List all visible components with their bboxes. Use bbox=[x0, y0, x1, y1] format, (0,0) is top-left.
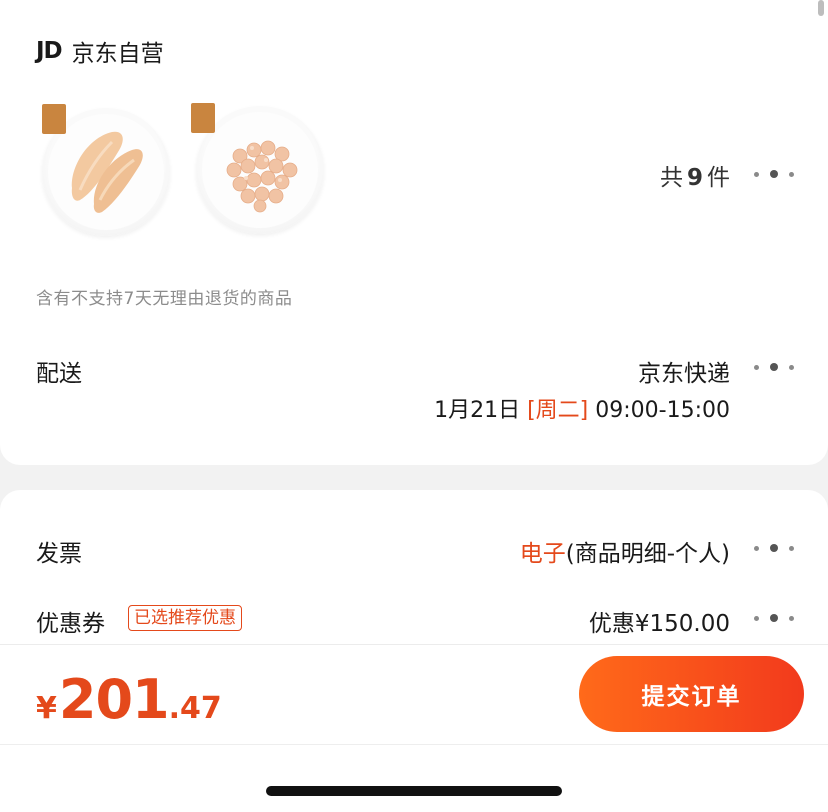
store-name: 京东自营 bbox=[71, 41, 164, 67]
invoice-value[interactable]: 电子(商品明细-个人) bbox=[520, 534, 730, 568]
more-dots-icon[interactable] bbox=[754, 359, 794, 375]
more-dots-icon[interactable] bbox=[754, 540, 794, 556]
delivery-time-range: 09:00-15:00 bbox=[595, 398, 730, 423]
return-policy-note: 含有不支持7天无理由退货的商品 bbox=[36, 289, 293, 309]
product-tag-icon bbox=[191, 103, 215, 133]
delivery-time[interactable]: 1月21日 [周二] 09:00-15:00 bbox=[434, 392, 730, 424]
coupon-recommended-badge: 已选推荐优惠 bbox=[128, 605, 242, 631]
delivery-label: 配送 bbox=[36, 361, 82, 387]
submit-order-button[interactable]: 提交订单 bbox=[579, 656, 804, 732]
items-count-prefix: 共 bbox=[659, 165, 683, 191]
items-count-suffix: 件 bbox=[707, 165, 730, 191]
total-price: ¥ 201 .47 bbox=[36, 668, 222, 731]
home-indicator[interactable] bbox=[266, 786, 562, 796]
price-currency: ¥ bbox=[36, 691, 57, 726]
store-header: JD 京东自营 bbox=[36, 34, 164, 68]
coupon-value[interactable]: 优惠¥150.00 bbox=[589, 604, 730, 638]
items-count[interactable]: 共 9 件 bbox=[660, 158, 730, 192]
invoice-detail: (商品明细-个人) bbox=[565, 541, 730, 567]
items-count-number: 9 bbox=[686, 165, 703, 191]
delivery-weekday: [周二] bbox=[527, 398, 589, 423]
price-integer: 201 bbox=[58, 668, 170, 731]
coupon-label: 优惠券 bbox=[36, 611, 105, 637]
bottom-safe-area bbox=[0, 744, 828, 812]
jd-logo-icon: JD bbox=[36, 38, 63, 64]
invoice-label: 发票 bbox=[36, 541, 82, 567]
more-dots-icon[interactable] bbox=[754, 610, 794, 626]
product-tag-icon bbox=[42, 104, 66, 134]
more-dots-icon[interactable] bbox=[754, 166, 794, 182]
product-image-chicken-pieces[interactable] bbox=[196, 106, 324, 234]
scrollbar[interactable] bbox=[818, 0, 824, 16]
price-decimal: .47 bbox=[168, 691, 222, 726]
delivery-date: 1月21日 bbox=[434, 398, 521, 423]
invoice-type: 电子 bbox=[519, 541, 566, 567]
delivery-carrier[interactable]: 京东快递 bbox=[638, 354, 730, 388]
